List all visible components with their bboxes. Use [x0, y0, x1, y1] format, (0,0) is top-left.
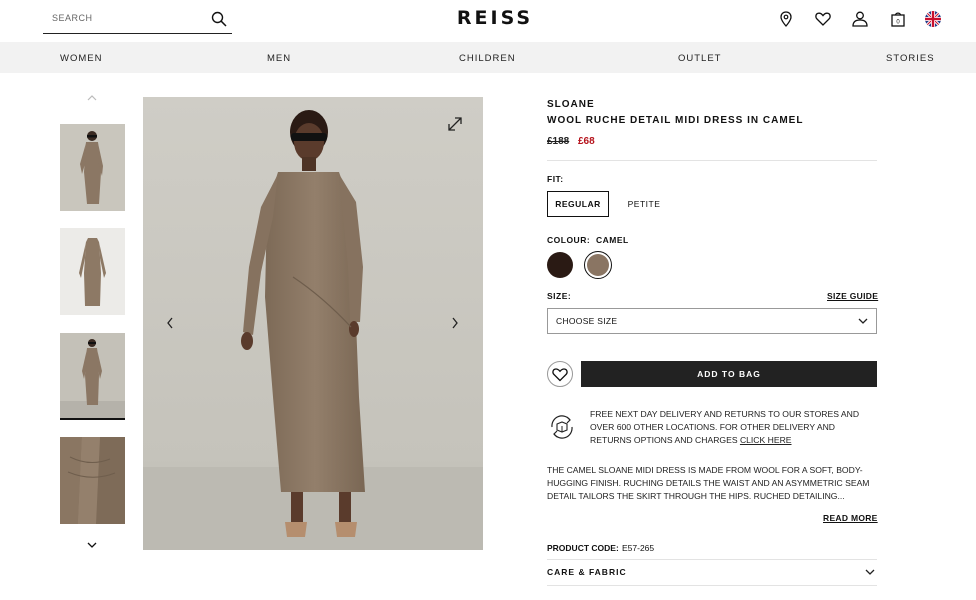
colour-swatch-camel-fill: [587, 254, 609, 276]
uk-flag-icon[interactable]: [924, 10, 942, 28]
bag-icon[interactable]: 0: [889, 10, 907, 28]
colour-value: CAMEL: [596, 235, 629, 245]
product-main-image[interactable]: [143, 97, 483, 550]
fit-option-regular[interactable]: REGULAR: [547, 191, 609, 217]
nav-item-outlet[interactable]: OUTLET: [678, 53, 721, 64]
sale-price: £68: [578, 136, 595, 147]
delivery-returns-icon: [551, 415, 573, 439]
colour-swatch-camel[interactable]: [584, 251, 612, 279]
site-header: REISS 0: [0, 0, 976, 42]
thumbnail-4[interactable]: [60, 437, 125, 524]
colour-swatch-dark-brown[interactable]: [547, 252, 573, 278]
product-code-label: PRODUCT CODE:: [547, 543, 619, 553]
previous-image-arrow-icon[interactable]: [165, 317, 175, 329]
search-input[interactable]: [52, 13, 202, 23]
size-guide-link[interactable]: SIZE GUIDE: [827, 291, 878, 301]
thumbnail-1[interactable]: [60, 124, 125, 211]
user-icon[interactable]: [851, 10, 869, 28]
thumbnail-up-chevron-icon[interactable]: [86, 94, 98, 102]
heart-icon: [552, 368, 568, 382]
add-to-bag-button[interactable]: ADD TO BAG: [581, 361, 877, 387]
thumbnail-down-chevron-icon[interactable]: [86, 541, 98, 549]
nav-item-children[interactable]: CHILDREN: [459, 53, 516, 64]
brand-logo[interactable]: REISS: [440, 7, 550, 29]
fit-option-petite[interactable]: PETITE: [620, 191, 668, 217]
nav-item-women[interactable]: WOMEN: [60, 53, 102, 64]
expand-icon[interactable]: [446, 115, 464, 133]
heart-icon[interactable]: [814, 10, 832, 28]
delivery-text: FREE NEXT DAY DELIVERY AND RETURNS TO OU…: [590, 409, 860, 445]
fit-label: FIT:: [547, 174, 564, 184]
read-more-link[interactable]: READ MORE: [823, 513, 878, 523]
product-code-value: E57-265: [622, 543, 655, 553]
care-fabric-accordion[interactable]: CARE & FABRIC: [547, 567, 627, 577]
colour-label: COLOUR:: [547, 235, 591, 245]
chevron-down-icon[interactable]: [865, 568, 875, 576]
add-to-wishlist-button[interactable]: [547, 361, 573, 387]
divider: [547, 585, 877, 586]
size-select-value: CHOOSE SIZE: [556, 316, 618, 326]
search-bar[interactable]: [43, 8, 232, 34]
thumbnail-3[interactable]: [60, 333, 125, 420]
size-label: SIZE:: [547, 291, 572, 301]
delivery-click-here-link[interactable]: CLICK HERE: [740, 435, 792, 445]
bag-count: 0: [896, 20, 900, 26]
nav-item-stories[interactable]: STORIES: [886, 53, 935, 64]
size-select[interactable]: CHOOSE SIZE: [547, 308, 877, 334]
divider: [547, 559, 877, 560]
nav-item-men[interactable]: MEN: [267, 53, 291, 64]
chevron-down-icon: [858, 318, 868, 324]
next-image-arrow-icon[interactable]: [450, 317, 460, 329]
original-price: £188: [547, 136, 570, 147]
location-pin-icon[interactable]: [777, 10, 795, 28]
product-brand: SLOANE: [547, 99, 595, 110]
delivery-info: FREE NEXT DAY DELIVERY AND RETURNS TO OU…: [590, 408, 870, 447]
main-nav: WOMEN MEN CHILDREN OUTLET STORIES: [0, 42, 976, 73]
thumbnail-2[interactable]: [60, 228, 125, 315]
search-icon[interactable]: [211, 11, 227, 27]
product-name: WOOL RUCHE DETAIL MIDI DRESS IN CAMEL: [547, 115, 804, 126]
divider: [547, 160, 877, 161]
product-description: THE CAMEL SLOANE MIDI DRESS IS MADE FROM…: [547, 465, 870, 501]
